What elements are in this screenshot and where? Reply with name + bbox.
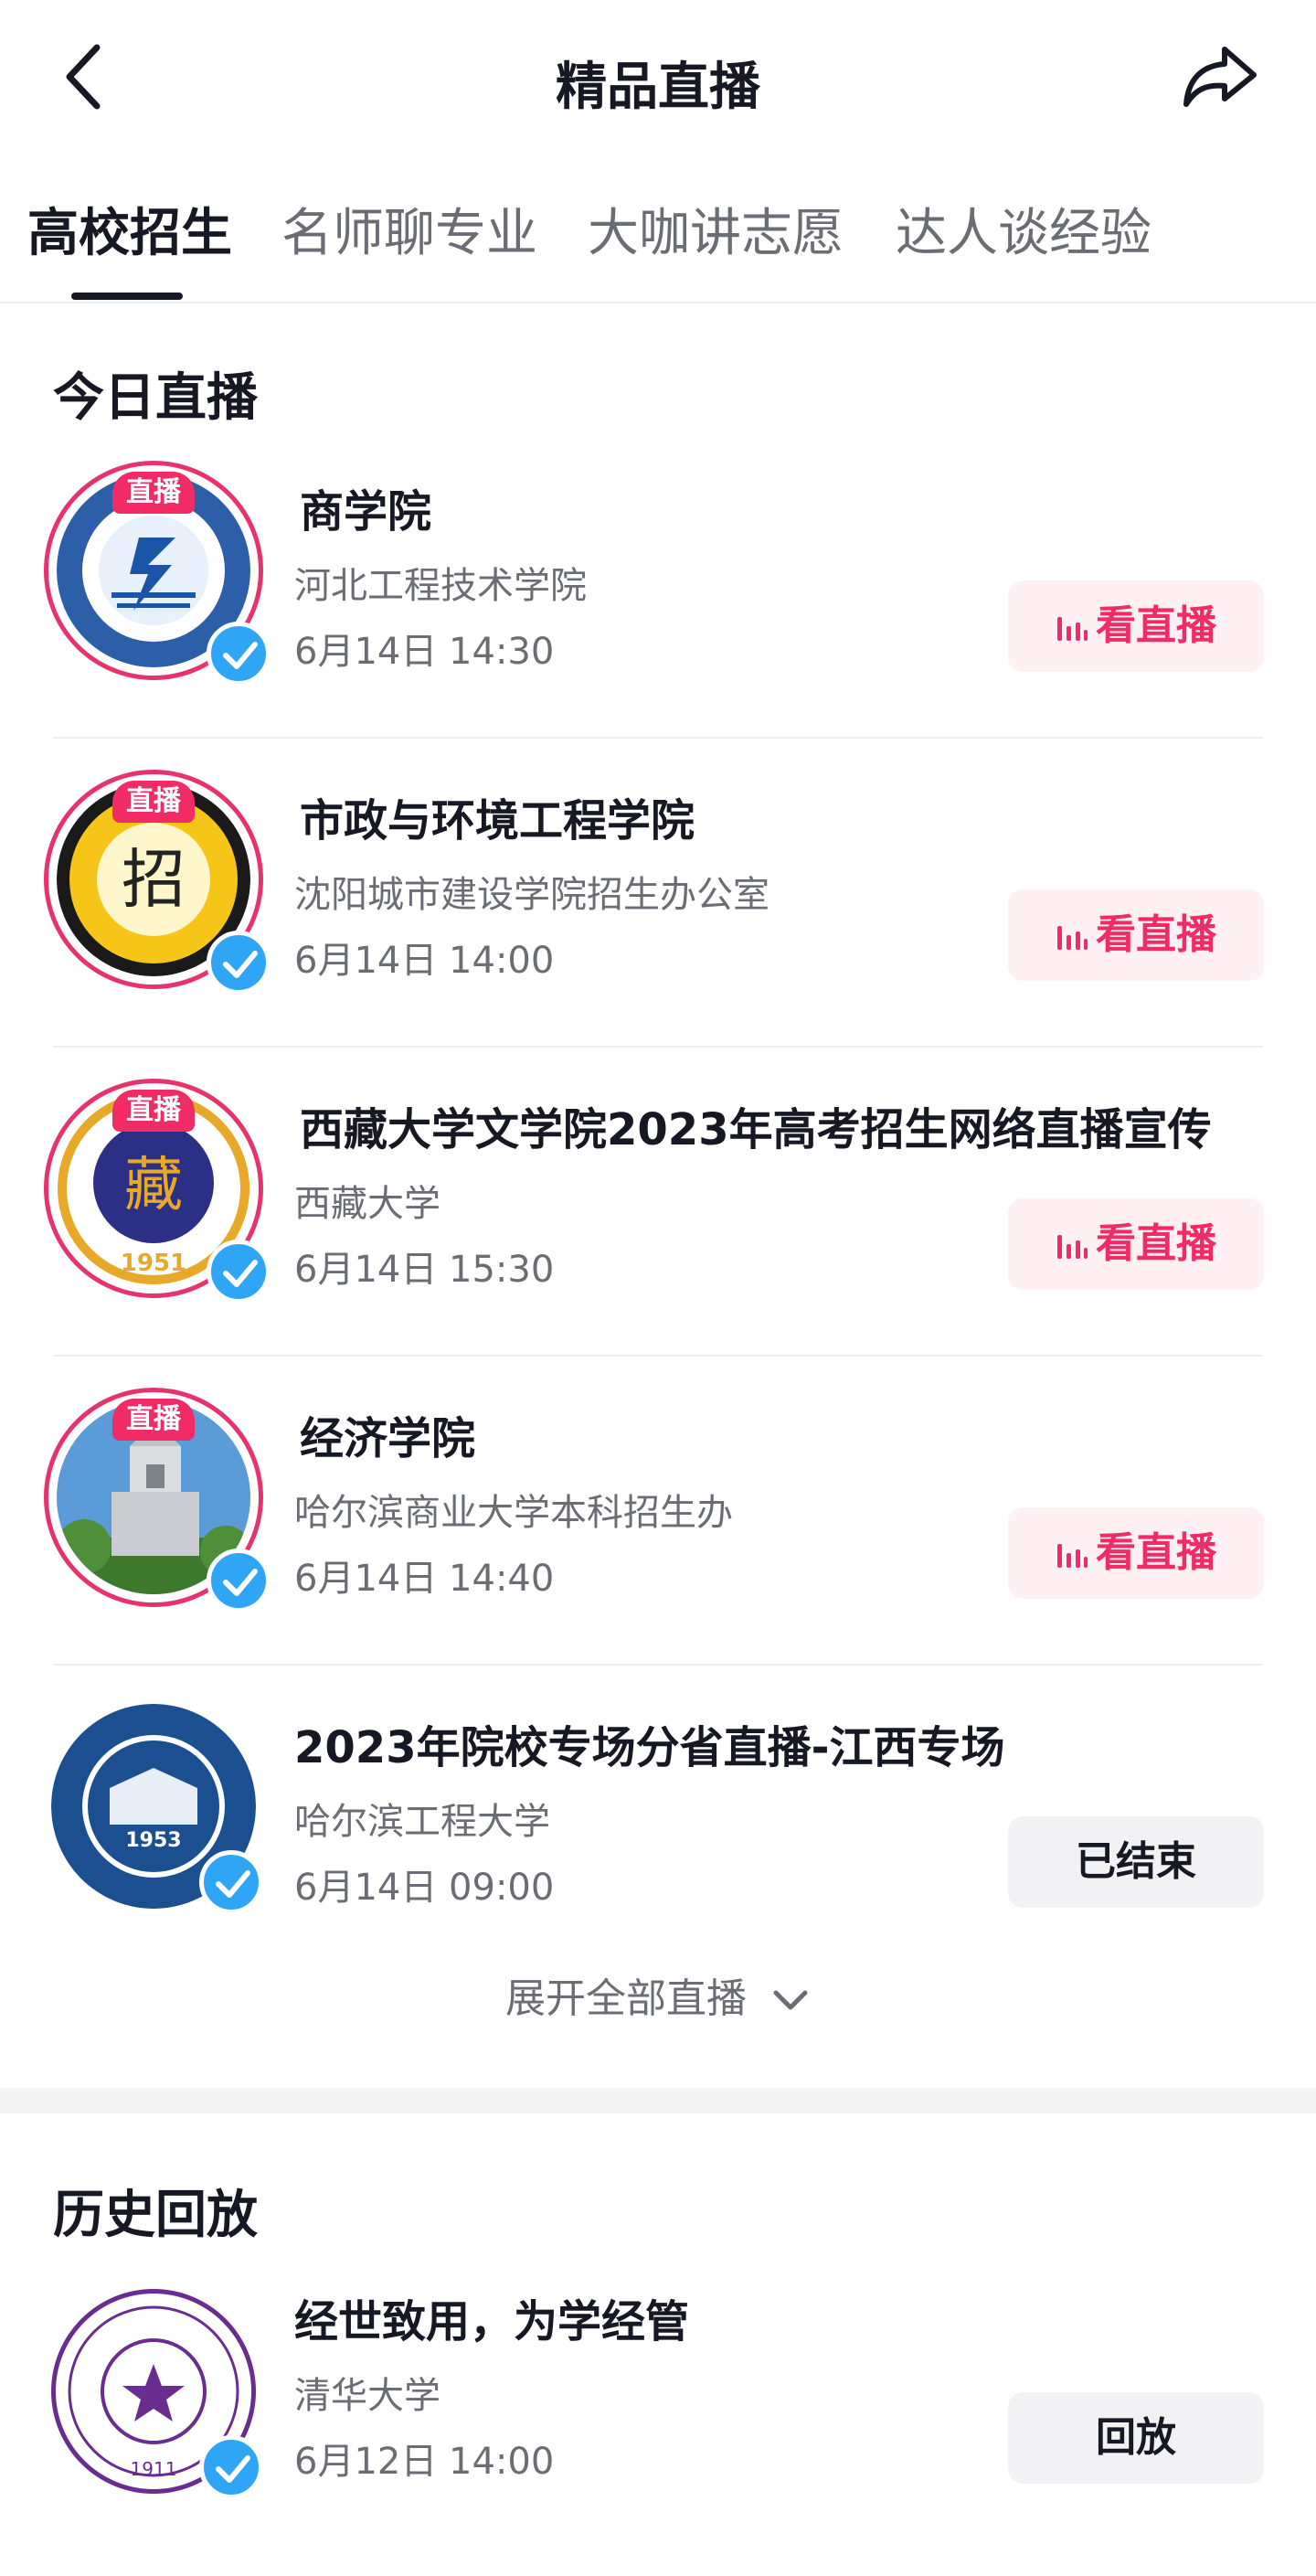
avatar: 直播	[44, 1388, 272, 1616]
item-time: 6月14日 15:30	[294, 1249, 555, 1291]
verified-icon	[207, 622, 271, 686]
replay-list-item[interactable]: 1911 经世致用，为学经管 清华大学 6月12日 14:00 回放	[0, 2267, 1316, 2576]
section-title-history: 历史回放	[53, 2186, 258, 2245]
share-button[interactable]	[1179, 40, 1261, 113]
replay-button[interactable]: 回放	[1008, 2392, 1264, 2484]
item-time: 6月14日 14:40	[294, 1558, 555, 1600]
item-title: 2023年院校专场分省直播-江西专场	[294, 1722, 1005, 1773]
svg-text:藏: 藏	[124, 1152, 183, 1219]
live-badge: 直播	[112, 781, 195, 823]
section-separator	[0, 2088, 1316, 2113]
item-time: 6月14日 09:00	[294, 1867, 555, 1909]
category-tabs: 高校招生 名师聊专业 大咖讲志愿 达人谈经验	[0, 155, 1316, 303]
item-org: 清华大学	[294, 2375, 440, 2417]
live-badge: 直播	[112, 1399, 195, 1441]
item-time: 6月14日 14:30	[294, 631, 555, 673]
active-tab-indicator	[71, 293, 183, 300]
live-list-item[interactable]: 1953 2023年院校专场分省直播-江西专场 哈尔滨工程大学 6月14日 09…	[0, 1693, 1316, 2002]
watch-live-button[interactable]: 看直播	[1008, 1507, 1264, 1599]
item-title: 经济学院	[300, 1413, 476, 1464]
svg-text:招: 招	[122, 842, 186, 917]
live-bars-icon	[1057, 1235, 1088, 1259]
item-title: 商学院	[300, 486, 432, 538]
section-title-today: 今日直播	[53, 368, 258, 428]
svg-text:1911: 1911	[131, 2458, 177, 2480]
top-bar: 精品直播	[0, 0, 1316, 155]
svg-text:1953: 1953	[125, 1829, 181, 1852]
item-title: 市政与环境工程学院	[300, 795, 695, 846]
item-time: 6月14日 14:00	[294, 940, 555, 982]
avatar: 直播	[44, 461, 272, 689]
item-title: 经世致用，为学经管	[294, 2296, 690, 2347]
item-org: 河北工程技术学院	[294, 565, 587, 607]
verified-icon	[207, 931, 271, 995]
live-badge: 直播	[112, 1090, 195, 1132]
live-bars-icon	[1057, 1544, 1088, 1568]
tab-admissions[interactable]: 高校招生	[27, 192, 232, 266]
avatar: 1953	[44, 1697, 272, 1925]
avatar: 招 直播	[44, 770, 272, 998]
tab-experience[interactable]: 达人谈经验	[896, 192, 1152, 266]
live-bars-icon	[1057, 926, 1088, 950]
live-list-item[interactable]: 招 直播 市政与环境工程学院 沈阳城市建设学院招生办公室 6月14日 14:00…	[0, 766, 1316, 1075]
item-org: 沈阳城市建设学院招生办公室	[294, 874, 769, 916]
verified-icon	[207, 1240, 271, 1304]
item-time: 6月12日 14:00	[294, 2441, 555, 2483]
live-list-item[interactable]: 直播 商学院 河北工程技术学院 6月14日 14:30 看直播	[0, 457, 1316, 766]
item-org: 西藏大学	[294, 1183, 440, 1225]
live-bars-icon	[1057, 617, 1088, 641]
avatar: 1911	[44, 2282, 272, 2510]
verified-icon	[199, 2435, 263, 2499]
item-org: 哈尔滨商业大学本科招生办	[294, 1492, 733, 1534]
page-title: 精品直播	[556, 58, 760, 117]
item-title: 西藏大学文学院2023年高考招生网络直播宣传	[300, 1104, 1212, 1155]
chevron-down-icon	[773, 1990, 808, 2010]
avatar: 藏 1951 直播	[44, 1079, 272, 1307]
watch-live-button[interactable]: 看直播	[1008, 889, 1264, 981]
watch-live-button[interactable]: 看直播	[1008, 1198, 1264, 1290]
live-list-item[interactable]: 直播 经济学院 哈尔滨商业大学本科招生办 6月14日 14:40 看直播	[0, 1384, 1316, 1693]
item-org: 哈尔滨工程大学	[294, 1801, 550, 1843]
watch-live-button[interactable]: 看直播	[1008, 580, 1264, 672]
verified-icon	[207, 1549, 271, 1613]
tab-teachers[interactable]: 名师聊专业	[281, 192, 537, 266]
share-arrow-icon	[1183, 47, 1257, 107]
live-list-item[interactable]: 藏 1951 直播 西藏大学文学院2023年高考招生网络直播宣传 西藏大学 6月…	[0, 1075, 1316, 1384]
expand-all-button[interactable]: 展开全部直播	[0, 1965, 1316, 2024]
live-badge: 直播	[112, 472, 195, 514]
tab-experts[interactable]: 大咖讲志愿	[588, 192, 844, 266]
verified-icon	[199, 1850, 263, 1914]
svg-text:1951: 1951	[121, 1250, 186, 1277]
ended-button[interactable]: 已结束	[1008, 1816, 1264, 1908]
